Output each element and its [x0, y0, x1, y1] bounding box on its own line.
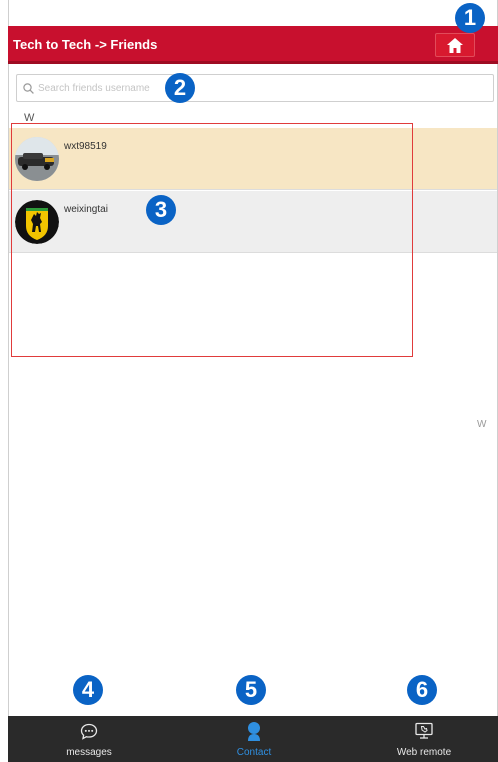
contact-name: wxt98519: [64, 141, 107, 152]
annotation-marker-1: 1: [455, 3, 485, 33]
monitor-icon: [415, 722, 433, 739]
alphabet-index-letter[interactable]: W: [477, 419, 486, 430]
nav-contact[interactable]: Contact: [194, 716, 314, 762]
annotation-marker-2: 2: [165, 73, 195, 103]
annotation-marker-5: 5: [236, 675, 266, 705]
page-title: Tech to Tech -> Friends: [13, 37, 158, 52]
contact-row[interactable]: wxt98519: [9, 128, 497, 190]
section-header-letter: W: [24, 112, 35, 124]
nav-label: Contact: [236, 747, 272, 758]
search-box[interactable]: [16, 74, 494, 102]
contact-name: weixingtai: [64, 204, 108, 215]
nav-label: messages: [66, 747, 112, 758]
app-screen: [8, 0, 498, 762]
contact-person-icon: [248, 722, 260, 741]
chat-bubble-icon: [80, 723, 98, 740]
contact-row[interactable]: weixingtai: [9, 191, 497, 253]
annotation-marker-6: 6: [407, 675, 437, 705]
search-icon: [23, 82, 34, 94]
nav-messages[interactable]: messages: [29, 716, 149, 762]
ferrari-logo-avatar: [15, 200, 59, 244]
bottom-nav-bar: messages Contact Web remote: [8, 716, 498, 762]
annotation-marker-4: 4: [73, 675, 103, 705]
home-button[interactable]: [435, 33, 475, 57]
nav-web-remote[interactable]: Web remote: [364, 716, 484, 762]
annotation-marker-3: 3: [146, 195, 176, 225]
car-photo-avatar: [15, 137, 59, 181]
header-bar: Tech to Tech -> Friends: [8, 26, 498, 64]
home-icon: [447, 37, 463, 53]
nav-label: Web remote: [396, 747, 452, 758]
